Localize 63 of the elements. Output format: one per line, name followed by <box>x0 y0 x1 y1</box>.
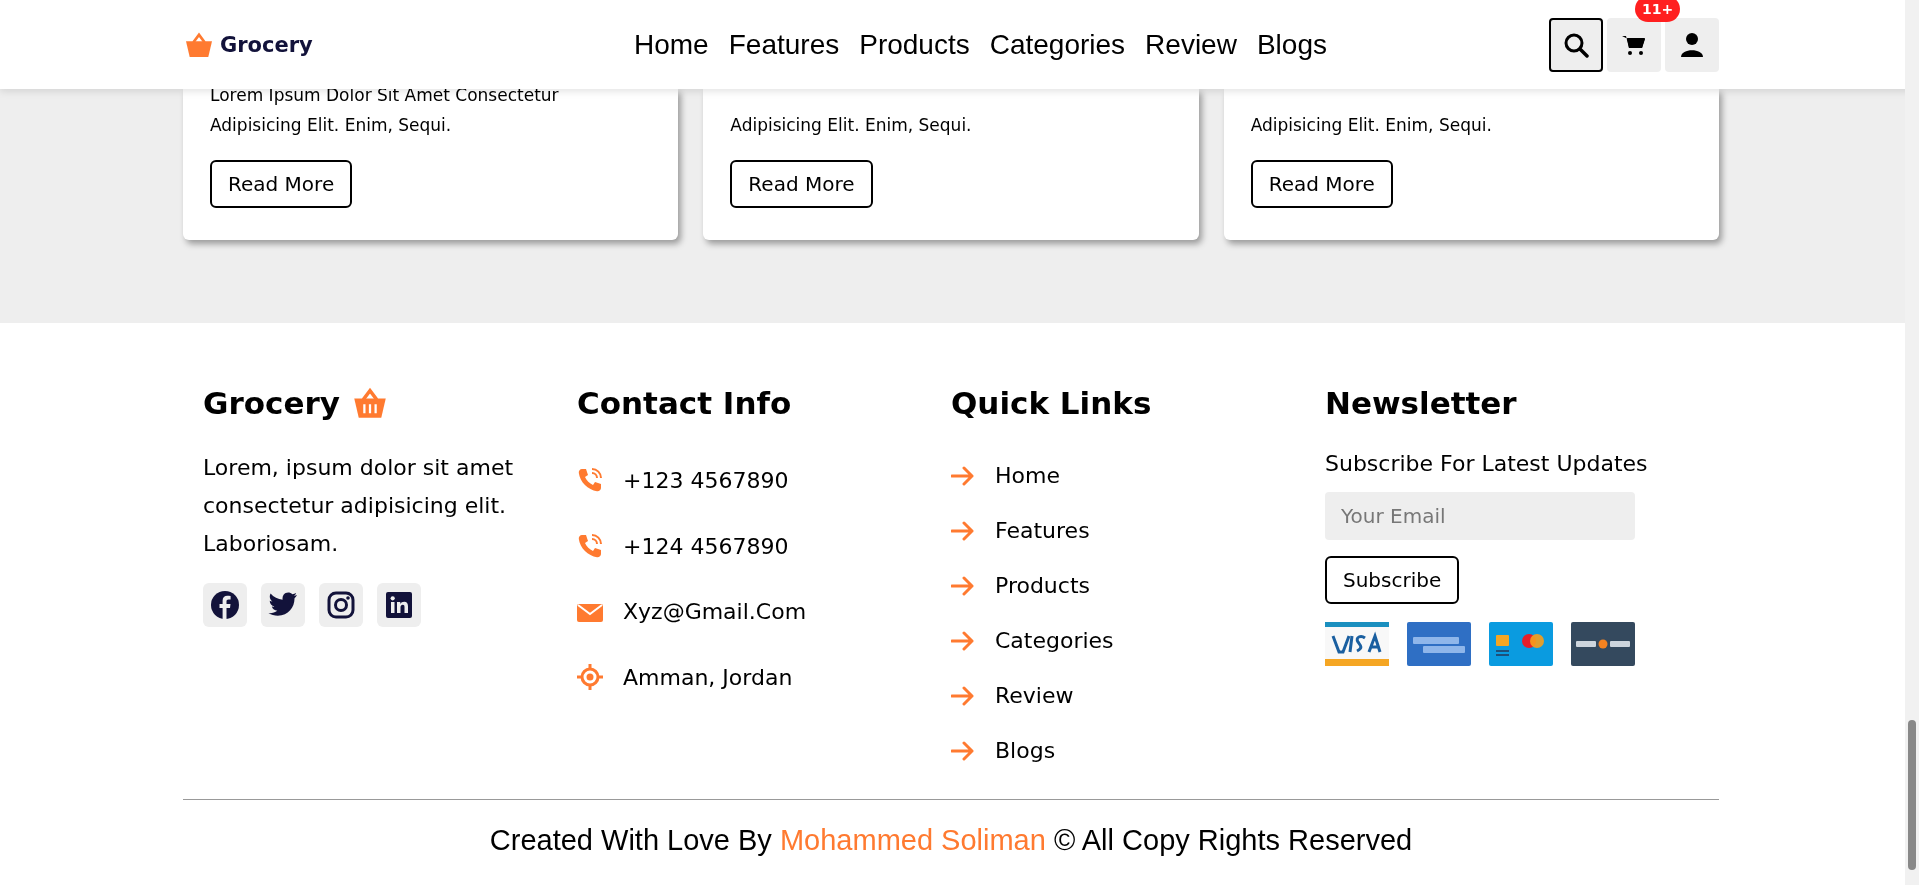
column-heading: Quick Links <box>951 384 1153 423</box>
target-icon <box>577 664 603 690</box>
basket-icon <box>184 31 214 58</box>
user-icon <box>1681 32 1703 57</box>
copyright-text: Created With Love By Mohammed Soliman © All Copy Rights Reserved <box>488 824 1414 857</box>
camera-icon <box>327 591 355 619</box>
footer-link[interactable]: Review <box>995 683 1074 708</box>
footer-link[interactable]: Home <box>995 463 1060 488</box>
footer-brand: Grocery <box>203 384 340 423</box>
column-heading: Newsletter <box>1325 384 1518 423</box>
cart-count-badge: 11+ <box>1635 0 1681 22</box>
nav-link[interactable]: Products <box>859 28 970 61</box>
phone-icon <box>577 467 603 493</box>
arrow-icon <box>951 740 975 761</box>
read-more-button[interactable]: Read More <box>210 160 353 208</box>
phone-icon <box>577 533 603 559</box>
mastercard-card-icon <box>1489 622 1553 666</box>
card-text: Adipisicing Elit. Enim, Sequi. <box>730 114 973 137</box>
linkedin-icon <box>386 592 412 618</box>
facebook-button[interactable] <box>203 583 247 627</box>
envelope-icon <box>577 601 603 622</box>
contact-text: +123 4567890 <box>623 467 789 493</box>
footer-link[interactable]: Categories <box>995 628 1114 653</box>
scrollbar[interactable] <box>1905 0 1919 885</box>
nav-link[interactable]: Categories <box>989 28 1126 61</box>
email-field[interactable]: Your Email <box>1325 492 1635 540</box>
column-heading: Contact Info <box>577 384 793 423</box>
read-more-button[interactable]: Read More <box>1250 160 1393 208</box>
contact-text: +124 4567890 <box>623 533 789 559</box>
search-icon <box>1563 31 1589 58</box>
instagram-button[interactable] <box>319 583 363 627</box>
user-button[interactable] <box>1665 17 1719 72</box>
arrow-icon <box>951 520 975 541</box>
footer-link[interactable]: Products <box>995 573 1090 598</box>
brand-description: Lorem, ipsum dolor sit amet consectetur adipisicing elit. Laboriosam. <box>203 454 515 558</box>
facebook-icon <box>210 590 240 620</box>
arrow-icon <box>951 630 975 651</box>
basket-icon <box>351 387 388 419</box>
arrow-icon <box>951 575 975 596</box>
newsletter-subtitle: Subscribe For Latest Updates <box>1325 451 1649 476</box>
twitter-button[interactable] <box>261 583 305 627</box>
cart-icon <box>1622 33 1646 56</box>
card-text: Adipisicing Elit. Enim, Sequi. <box>1250 114 1493 137</box>
nav-link[interactable]: Home <box>634 28 709 61</box>
search-button[interactable] <box>1549 17 1603 72</box>
contact-text: Amman, Jordan <box>623 664 793 690</box>
nav-link[interactable]: Blogs <box>1256 28 1327 61</box>
logo-text[interactable]: Grocery <box>220 32 313 57</box>
discover-card-icon <box>1571 622 1635 666</box>
nav-link[interactable]: Review <box>1145 28 1237 61</box>
visa-card-icon <box>1325 622 1389 666</box>
amex-card-icon <box>1407 622 1471 666</box>
arrow-icon <box>951 685 975 706</box>
read-more-button[interactable]: Read More <box>730 160 873 208</box>
nav-link[interactable]: Features <box>728 28 840 61</box>
linkedin-button[interactable] <box>377 583 421 627</box>
contact-text: Xyz@Gmail.Com <box>623 599 807 624</box>
footer-link[interactable]: Features <box>995 518 1090 543</box>
subscribe-button[interactable]: Subscribe <box>1325 556 1460 604</box>
footer-link[interactable]: Blogs <box>995 738 1056 763</box>
cart-button[interactable] <box>1607 17 1661 72</box>
arrow-icon <box>951 465 975 486</box>
bird-icon <box>268 592 298 618</box>
